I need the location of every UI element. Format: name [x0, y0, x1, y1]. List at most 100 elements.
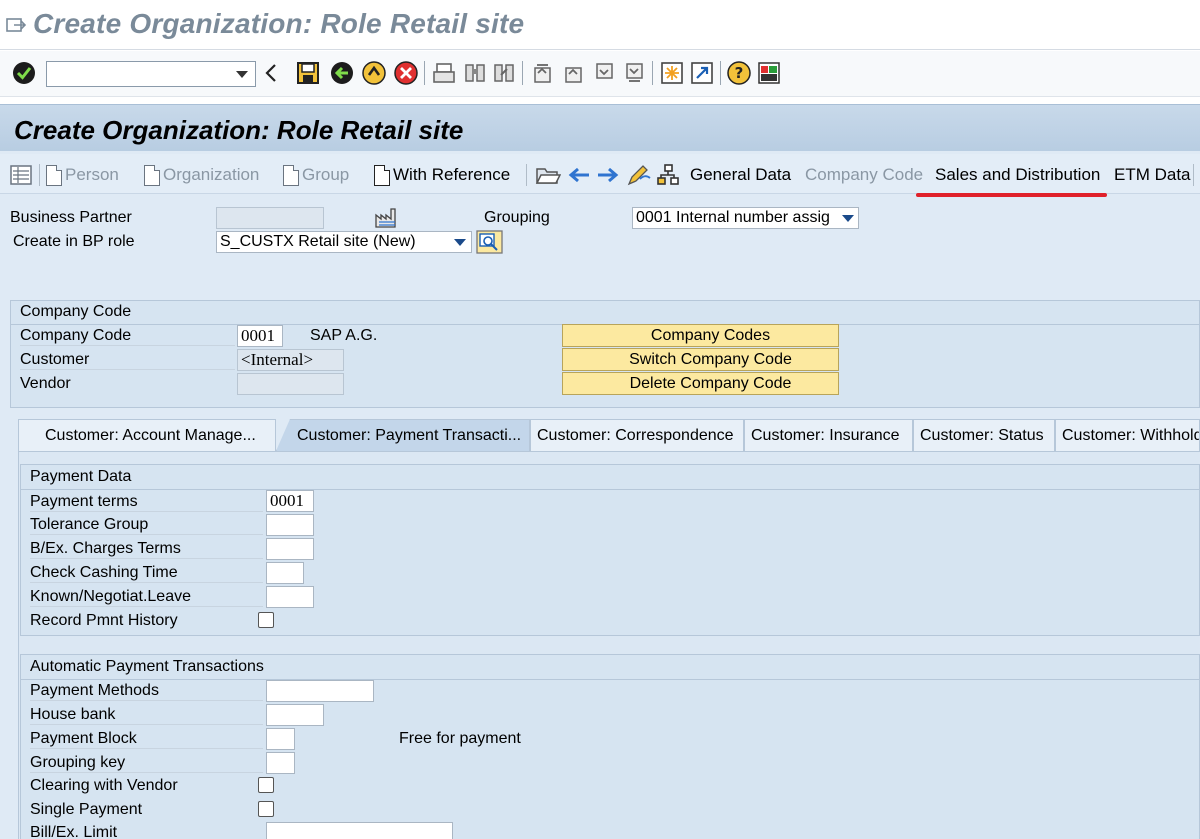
business-partner-field[interactable] — [216, 207, 324, 229]
vendor-field[interactable] — [237, 373, 344, 395]
find-icon[interactable] — [463, 61, 487, 85]
list-icon[interactable] — [10, 165, 32, 185]
divider — [20, 679, 1200, 680]
single-payment-label: Single Payment — [30, 801, 143, 818]
bex-charges-label: B/Ex. Charges Terms — [30, 540, 263, 559]
house-bank-field[interactable] — [266, 704, 324, 726]
chevron-down-icon[interactable] — [236, 71, 248, 78]
delete-company-code-button[interactable]: Delete Company Code — [562, 372, 839, 395]
previous-page-icon[interactable] — [561, 61, 585, 85]
tabstrip: Customer: Account Manage... Customer: Pa… — [18, 419, 1200, 451]
record-pmnt-checkbox[interactable] — [258, 612, 274, 628]
help-icon[interactable]: ? — [727, 61, 751, 85]
tab-status[interactable]: Customer: Status — [913, 419, 1055, 451]
separator — [652, 61, 653, 85]
save-icon[interactable] — [296, 61, 320, 85]
tolerance-group-field[interactable] — [266, 514, 314, 536]
customer-field[interactable]: <Internal> — [237, 349, 344, 371]
menu-icon[interactable] — [6, 17, 26, 33]
known-negotiat-label: Known/Negotiat.Leave — [30, 588, 263, 607]
screen-title-bar: Create Organization: Role Retail site — [0, 104, 1200, 151]
customer-label: Customer — [20, 351, 235, 370]
edit-pencil-icon[interactable] — [626, 164, 652, 186]
find-next-icon[interactable] — [492, 61, 516, 85]
house-bank-label: House bank — [30, 706, 263, 725]
company-code-link[interactable]: Company Code — [805, 163, 923, 187]
organization-button[interactable]: Organization — [144, 163, 259, 187]
tab-withholding[interactable]: Customer: Withhold — [1055, 419, 1200, 451]
tab-account-management[interactable]: Customer: Account Manage... — [18, 419, 276, 451]
arrow-right-icon[interactable] — [596, 166, 620, 184]
new-session-icon[interactable] — [660, 61, 684, 85]
sales-and-distribution-link[interactable]: Sales and Distribution — [935, 163, 1100, 187]
known-negotiat-field[interactable] — [266, 586, 314, 608]
exit-icon[interactable] — [362, 61, 386, 85]
with-reference-button[interactable]: With Reference — [374, 163, 510, 187]
group-button[interactable]: Group — [283, 163, 349, 187]
payment-methods-field[interactable] — [266, 680, 374, 702]
create-in-role-label: Create in BP role — [13, 233, 135, 250]
highlight-underline — [916, 193, 1107, 197]
check-cashing-label: Check Cashing Time — [30, 564, 263, 583]
single-payment-checkbox[interactable] — [258, 801, 274, 817]
divider — [20, 489, 1200, 490]
bill-ex-limit-label: Bill/Ex. Limit — [30, 824, 118, 839]
etm-data-link[interactable]: ETM Data — [1114, 163, 1191, 187]
screen-title: Create Organization: Role Retail site — [14, 115, 464, 145]
person-button[interactable]: Person — [46, 163, 119, 187]
cancel-icon[interactable] — [394, 61, 418, 85]
separator — [720, 61, 721, 85]
grouping-label: Grouping — [484, 209, 550, 226]
grouping-key-label: Grouping key — [30, 754, 263, 773]
document-icon — [283, 164, 299, 186]
factory-icon[interactable] — [374, 207, 400, 229]
first-page-icon[interactable] — [530, 61, 554, 85]
grouping-dropdown[interactable]: 0001 Internal number assig — [632, 207, 859, 229]
payment-block-text: Free for payment — [399, 730, 521, 747]
collapse-left-icon[interactable] — [264, 61, 278, 85]
role-details-icon[interactable] — [476, 230, 503, 254]
shortcut-icon[interactable] — [690, 61, 714, 85]
application-toolbar: Person Organization Group With Reference — [0, 154, 1200, 194]
clearing-vendor-checkbox[interactable] — [258, 777, 274, 793]
arrow-left-icon[interactable] — [567, 166, 591, 184]
company-code-heading: Company Code — [20, 303, 132, 320]
payment-block-label: Payment Block — [30, 730, 263, 749]
tab-insurance[interactable]: Customer: Insurance — [744, 419, 913, 451]
system-toolbar: ? — [0, 51, 1200, 97]
svg-text:?: ? — [735, 64, 744, 82]
grouping-key-field[interactable] — [266, 752, 295, 774]
payment-terms-field[interactable]: 0001 — [266, 490, 314, 512]
tolerance-group-label: Tolerance Group — [30, 516, 263, 535]
general-data-link[interactable]: General Data — [690, 163, 791, 187]
separator — [424, 61, 425, 85]
bill-ex-limit-field[interactable] — [266, 822, 453, 839]
tab-correspondence[interactable]: Customer: Correspondence — [530, 419, 744, 451]
last-page-icon[interactable] — [622, 61, 646, 85]
bp-role-dropdown[interactable]: S_CUSTX Retail site (New) — [216, 231, 472, 253]
chevron-down-icon[interactable] — [842, 215, 854, 222]
enter-check-icon[interactable] — [12, 61, 36, 85]
switch-company-code-button[interactable]: Switch Company Code — [562, 348, 839, 371]
document-icon — [374, 164, 390, 186]
open-folder-icon[interactable] — [535, 164, 561, 186]
company-code-field[interactable]: 0001 — [237, 325, 283, 347]
company-name-text: SAP A.G. — [310, 327, 378, 344]
tab-payment-transactions[interactable]: Customer: Payment Transacti... — [276, 419, 530, 451]
chevron-down-icon[interactable] — [454, 239, 466, 246]
separator — [522, 61, 523, 85]
company-codes-button[interactable]: Company Codes — [562, 324, 839, 347]
next-page-icon[interactable] — [592, 61, 616, 85]
command-field[interactable] — [46, 61, 256, 87]
customize-layout-icon[interactable] — [757, 61, 781, 85]
payment-block-field[interactable] — [266, 728, 295, 750]
print-icon[interactable] — [432, 61, 456, 85]
business-partner-label: Business Partner — [10, 209, 132, 226]
record-pmnt-label: Record Pmnt History — [30, 612, 178, 629]
check-cashing-field[interactable] — [266, 562, 304, 584]
window-title-bar: Create Organization: Role Retail site — [0, 0, 1200, 50]
back-icon[interactable] — [330, 61, 354, 85]
hierarchy-icon[interactable] — [656, 163, 680, 187]
company-code-label: Company Code — [20, 327, 235, 346]
bex-charges-field[interactable] — [266, 538, 314, 560]
